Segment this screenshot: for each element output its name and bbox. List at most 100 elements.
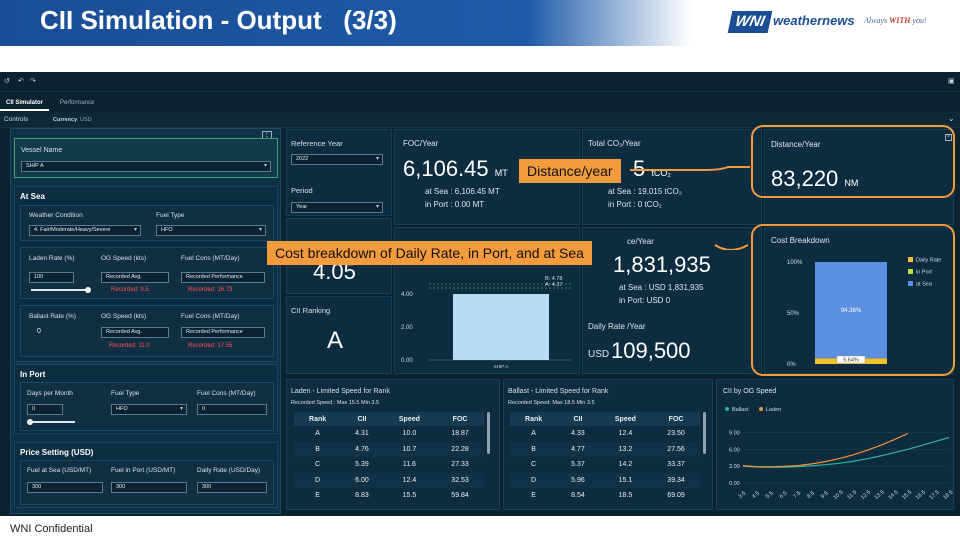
currency-value[interactable]: USD: [80, 117, 92, 123]
table-cell: 27.56: [652, 441, 700, 457]
table-cell: 27.33: [451, 461, 469, 469]
laden-rate-slider-knob[interactable]: [85, 287, 91, 293]
table-cell: 18.5: [618, 492, 633, 500]
laden-og-speed-recorded: Recorded: 9.5: [111, 287, 149, 293]
table-row: C 5.39 11.6 27.33: [294, 457, 484, 473]
chart-title: CII by OG Speed: [723, 388, 776, 395]
table-row: D 6.00 12.4 32.53: [294, 472, 484, 488]
redo-icon[interactable]: ↷: [30, 77, 36, 85]
table-cell: E: [531, 492, 536, 500]
foc-in-port: in Port : 0.00 MT: [425, 200, 485, 209]
table-cell: 18.87: [451, 430, 469, 438]
fuel-at-sea-price-label: Fuel at Sea (USD/MT): [27, 467, 92, 474]
controls-label[interactable]: Controls: [4, 116, 28, 123]
cii-ranking-value: A: [327, 327, 344, 354]
table-cell: 5.39: [355, 461, 369, 469]
table-cell: D: [510, 472, 558, 488]
x-tick-label: 4.5: [751, 490, 761, 500]
price-group: Fuel at Sea (USD/MT) 300 Fuel in Port (U…: [20, 460, 274, 505]
ballast-table-subtitle: Recorded Speed: Max 18.5 Min 3.5: [508, 400, 595, 406]
period-select[interactable]: Year: [291, 202, 383, 213]
table-cell: 39.34: [652, 472, 700, 488]
vessel-name-select[interactable]: SHIP A: [21, 161, 271, 172]
ballast-rate-label: Ballast Rate (%): [29, 313, 76, 320]
port-fuel-cons-input[interactable]: 0: [197, 404, 267, 415]
cii-by-og-speed-chart: CII by OG Speed Ballast Laden 0.00 3.00 6.00 9…: [723, 388, 954, 501]
ballast-og-speed-input[interactable]: Recorded Avg.: [101, 327, 169, 338]
series-line-ballast: [742, 436, 950, 468]
y-tick-label: 6.00: [729, 447, 740, 453]
collapse-chevron-icon[interactable]: ⌄: [948, 114, 955, 123]
table-cell: C: [315, 461, 321, 469]
table-cell: 33.37: [667, 461, 685, 469]
fuel-at-sea-price-input[interactable]: 300: [27, 482, 103, 493]
fuel-type-select[interactable]: HFO: [156, 225, 266, 236]
table-cell: A: [315, 430, 320, 438]
header-speed: Speed: [382, 412, 437, 426]
laden-rate-slider[interactable]: [31, 289, 89, 291]
daily-rate-input[interactable]: 300: [197, 482, 267, 493]
y-tick-label: 9.00: [729, 430, 740, 436]
legend-dot: [725, 407, 729, 411]
tab-cii-simulator[interactable]: CII Simulator: [0, 95, 50, 111]
table-cell: 6.00: [341, 472, 383, 488]
laden-og-speed-input[interactable]: Recorded Avg.: [101, 272, 169, 283]
reset-icon[interactable]: ↺: [4, 77, 10, 85]
table-cell: 5.96: [557, 472, 599, 488]
table-row: D 5.96 15.1 39.34: [510, 472, 700, 488]
fuel-in-port-price-input[interactable]: 300: [111, 482, 187, 493]
table-cell: 14.2: [618, 461, 633, 469]
vessel-name-label: Vessel Name: [21, 147, 63, 154]
laden-fuel-cons-label: Fuel Cons (MT/Day): [181, 255, 240, 262]
laden-fuel-cons-input[interactable]: Recorded Performance: [181, 272, 265, 283]
cost-in-port: in Port: USD 0: [619, 296, 671, 305]
weathernews-logo-text: weathernews: [773, 13, 855, 28]
focus-mode-icon[interactable]: ▣: [948, 77, 955, 85]
days-per-month-knob[interactable]: [27, 419, 33, 425]
laden-table-title: Laden - Limited Speed for Rank: [291, 388, 390, 395]
tab-performance[interactable]: Performance: [54, 95, 100, 111]
legend-label: Laden: [766, 407, 781, 413]
laden-rate-input[interactable]: 100: [29, 272, 74, 283]
table-row: E 8.54 18.5 69.09: [510, 488, 700, 504]
weather-condition-select[interactable]: 4. Fair/Moderate/Heavy/Severe: [29, 225, 141, 236]
weather-fuel-group: Weather Condition 4. Fair/Moderate/Heavy…: [20, 205, 274, 241]
ballast-fuel-cons-recorded: Recorded: 17.55: [188, 343, 233, 349]
table-cell: 12.4: [618, 430, 633, 438]
days-per-month-input[interactable]: 0: [27, 404, 63, 415]
y-tick-label: 3.00: [729, 464, 740, 470]
reference-year-label: Reference Year: [291, 139, 343, 148]
daily-rate-label: Daily Rate (USD/Day): [197, 467, 261, 474]
table-cell: 10.7: [382, 441, 437, 457]
cii-ranking-label: CII Ranking: [291, 306, 331, 315]
undo-icon[interactable]: ↶: [18, 77, 24, 85]
ballast-fuel-cons-input[interactable]: Recorded Performance: [181, 327, 265, 338]
laden-rank-table: Rank CII Speed FOC A 4.31 10.0 18.87 B 4.76 1…: [294, 412, 484, 504]
x-tick-label: 15.5: [901, 489, 913, 500]
header-cii: CII: [341, 412, 383, 426]
table-cell: 22.28: [436, 441, 484, 457]
table-row: A 4.33 12.4 23.50: [510, 426, 700, 442]
tab-row: [0, 93, 960, 111]
port-fuel-type-label: Fuel Type: [111, 390, 140, 397]
fuel-type-label: Fuel Type: [156, 212, 185, 219]
y-tick-label: 0.00: [729, 481, 740, 487]
ballast-table-scrollbar[interactable]: [703, 412, 706, 454]
header-foc: FOC: [436, 412, 484, 426]
dashboard-toolbar: ↺ ↶ ↷ ▣: [0, 72, 960, 92]
table-cell: D: [294, 472, 342, 488]
table-cell: 15.1: [598, 472, 653, 488]
laden-table-scrollbar[interactable]: [487, 412, 490, 454]
cii-by-speed-tile: CII by OG Speed Ballast Laden 0.00 3.00 6.00 9…: [716, 379, 954, 510]
at-sea-section: At Sea Weather Condition 4. Fair/Moderat…: [14, 186, 278, 362]
table-cell: E: [315, 492, 320, 500]
reference-year-select[interactable]: 2022: [291, 154, 383, 165]
x-tick-label: 6.5: [779, 490, 789, 500]
x-tick-label: 3.5: [737, 490, 747, 500]
cost-breakdown-highlight-ring: [751, 224, 955, 376]
days-per-month-slider[interactable]: [29, 421, 75, 423]
laden-rate-label: Laden Rate (%): [29, 255, 75, 262]
distance-highlight-ring: [751, 125, 955, 198]
port-fuel-type-select[interactable]: HFO: [111, 404, 187, 415]
table-cell: 12.4: [382, 472, 437, 488]
